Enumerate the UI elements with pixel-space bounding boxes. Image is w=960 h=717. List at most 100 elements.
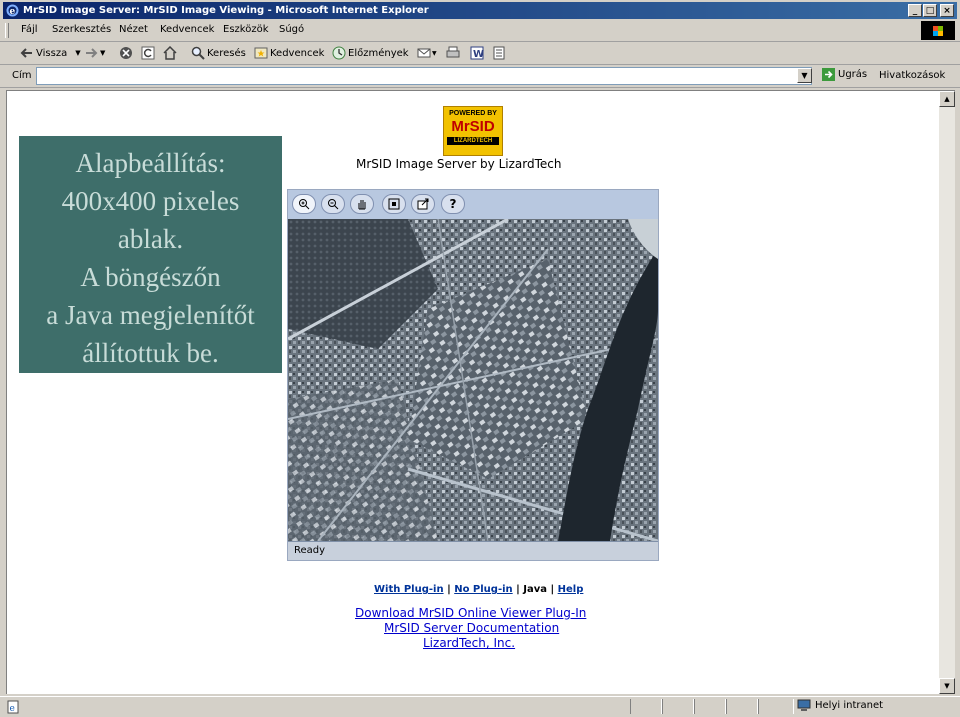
- forward-dropdown-icon[interactable]: ▼: [100, 49, 105, 57]
- mrsid-logo: POWERED BY MrSID LIZARDTECH: [443, 106, 503, 156]
- address-input[interactable]: [36, 67, 812, 85]
- fit-view-button[interactable]: [382, 194, 406, 214]
- back-arrow-icon: [20, 48, 32, 58]
- fit-view-icon: [388, 198, 400, 210]
- viewer-mode-links: With Plug-in | No Plug-in | Java | Help: [374, 584, 583, 595]
- status-segment: [694, 699, 726, 714]
- overlay-line: a Java megjelenítőt: [46, 300, 255, 330]
- search-icon: [191, 46, 205, 60]
- scroll-down-icon[interactable]: ▼: [939, 678, 955, 694]
- zoom-out-button[interactable]: [321, 194, 345, 214]
- export-icon: [417, 198, 429, 210]
- go-button[interactable]: Ugrás: [822, 68, 867, 81]
- menu-view[interactable]: Nézet: [119, 24, 148, 35]
- mode-separator: |: [550, 584, 555, 595]
- viewer-toolbar: ?: [288, 190, 658, 218]
- title-bar[interactable]: e MrSID Image Server: MrSID Image Viewin…: [3, 2, 957, 19]
- go-arrow-icon: [822, 68, 835, 81]
- address-bar: Cím ▼ Ugrás Hivatkozások: [0, 65, 960, 88]
- java-mode-label: Java: [523, 584, 548, 595]
- status-segment: [630, 699, 662, 714]
- menu-help[interactable]: Súgó: [279, 24, 304, 35]
- status-segment: [726, 699, 758, 714]
- overlay-line: ablak.: [117, 224, 184, 254]
- viewer-help-button[interactable]: ?: [441, 194, 465, 214]
- pan-button[interactable]: [350, 194, 374, 214]
- go-label: Ugrás: [838, 69, 868, 80]
- logo-lizardtech: LIZARDTECH: [447, 137, 499, 145]
- lizardtech-link[interactable]: LizardTech, Inc.: [423, 636, 515, 650]
- overlay-line: állítottuk be.: [82, 338, 219, 368]
- favorites-button[interactable]: Kedvencek: [254, 45, 324, 61]
- address-dropdown-icon[interactable]: ▼: [797, 68, 812, 83]
- stop-icon[interactable]: [119, 46, 133, 60]
- security-zone: Helyi intranet: [797, 699, 883, 712]
- mode-separator: |: [516, 584, 520, 595]
- vertical-scrollbar[interactable]: ▲ ▼: [939, 90, 955, 694]
- overlay-line: A böngészőn: [80, 262, 221, 292]
- forward-button[interactable]: ▼: [84, 45, 105, 61]
- overlay-line: Alapbeállítás:: [75, 148, 226, 178]
- history-label: Előzmények: [348, 47, 409, 59]
- forward-arrow-icon: [86, 48, 98, 58]
- zoom-in-icon: [299, 199, 310, 210]
- discuss-icon[interactable]: [492, 46, 506, 60]
- status-segment: [662, 699, 694, 714]
- refresh-icon[interactable]: [141, 46, 155, 60]
- window-title: MrSID Image Server: MrSID Image Viewing …: [23, 5, 429, 16]
- satellite-map-image: [288, 219, 658, 541]
- search-button[interactable]: Keresés: [191, 45, 246, 61]
- zoom-in-button[interactable]: [292, 194, 316, 214]
- scroll-up-icon[interactable]: ▲: [939, 91, 955, 107]
- ie-icon: e: [6, 4, 19, 17]
- standard-toolbar: Vissza ▼ ▼ Keresés Kedvencek Előzmények …: [0, 42, 960, 65]
- search-label: Keresés: [207, 47, 246, 59]
- print-icon[interactable]: [446, 46, 460, 60]
- menu-bar: Fájl Szerkesztés Nézet Kedvencek Eszközö…: [0, 20, 960, 42]
- no-plugin-link[interactable]: No Plug-in: [454, 584, 512, 595]
- satellite-image[interactable]: [288, 219, 658, 541]
- zone-label: Helyi intranet: [815, 700, 884, 711]
- favorites-label: Kedvencek: [270, 47, 325, 59]
- help-link[interactable]: Help: [558, 584, 584, 595]
- logo-mrsid: MrSID: [451, 118, 495, 135]
- back-label: Vissza: [36, 47, 68, 59]
- back-button[interactable]: Vissza ▼: [20, 45, 81, 61]
- mail-dropdown-icon[interactable]: ▼: [432, 50, 437, 57]
- address-label: Cím: [12, 70, 32, 81]
- history-icon: [332, 46, 346, 60]
- links-button[interactable]: Hivatkozások: [879, 70, 945, 81]
- menu-favorites[interactable]: Kedvencek: [160, 24, 214, 35]
- svg-text:W: W: [473, 49, 484, 60]
- menu-edit[interactable]: Szerkesztés: [52, 24, 111, 35]
- download-plugin-link[interactable]: Download MrSID Online Viewer Plug-In: [355, 606, 586, 620]
- page-icon: e: [7, 700, 19, 714]
- close-button[interactable]: ×: [940, 4, 954, 17]
- server-documentation-link[interactable]: MrSID Server Documentation: [384, 621, 559, 635]
- windows-logo-icon: [921, 21, 955, 40]
- maximize-button[interactable]: □: [923, 4, 937, 17]
- history-button[interactable]: Előzmények: [332, 45, 409, 61]
- mail-icon[interactable]: [417, 46, 431, 60]
- menu-grip: [5, 23, 9, 38]
- minimize-button[interactable]: _: [908, 4, 922, 17]
- svg-text:e: e: [10, 704, 15, 714]
- with-plugin-link[interactable]: With Plug-in: [374, 584, 444, 595]
- export-button[interactable]: [411, 194, 435, 214]
- java-image-viewer: ? Ready: [287, 189, 659, 561]
- home-icon[interactable]: [163, 46, 177, 60]
- svg-text:e: e: [10, 7, 16, 17]
- viewer-status: Ready: [288, 541, 658, 560]
- menu-file[interactable]: Fájl: [21, 24, 38, 35]
- back-dropdown-icon[interactable]: ▼: [75, 49, 80, 57]
- page-title: MrSID Image Server by LizardTech: [356, 157, 562, 171]
- edit-word-icon[interactable]: W: [470, 46, 484, 60]
- status-segment: [758, 699, 794, 714]
- mode-separator: |: [447, 584, 451, 595]
- zoom-out-icon: [328, 199, 339, 210]
- menu-tools[interactable]: Eszközök: [223, 24, 269, 35]
- annotation-overlay: Alapbeállítás: 400x400 pixeles ablak. A …: [19, 136, 282, 373]
- favorites-icon: [254, 47, 268, 59]
- hand-icon: [358, 200, 366, 210]
- intranet-icon: [797, 699, 811, 711]
